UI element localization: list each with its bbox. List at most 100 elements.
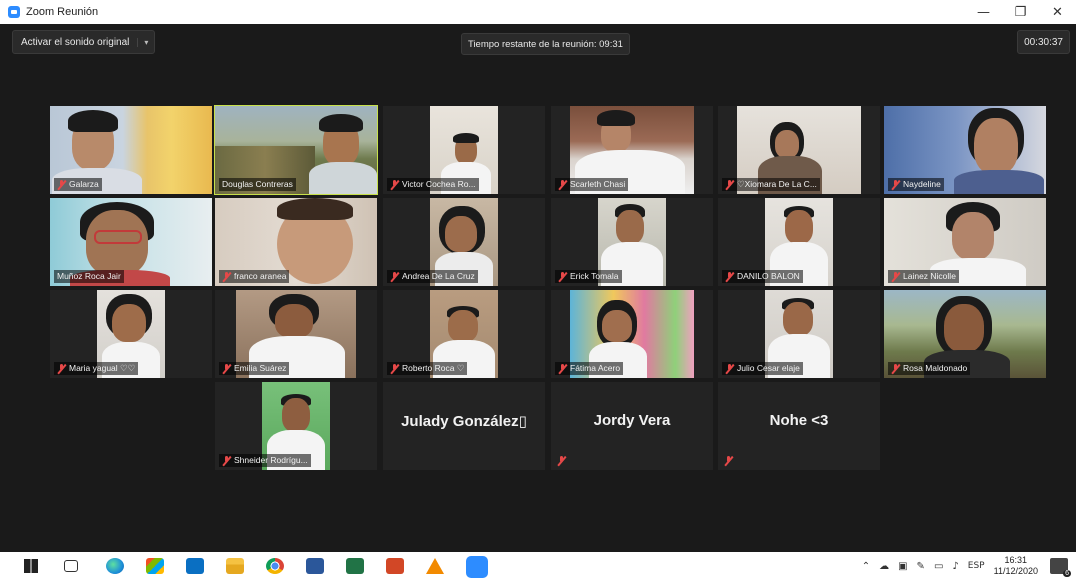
participant-name: Lainez Nicolle [903,271,956,281]
task-view-icon[interactable] [64,560,78,572]
pen-icon[interactable]: ✎ [917,561,925,572]
participant-name-tag: Scarleth Chasi [555,178,629,191]
participant-name-tag: Emilia Suárez [219,362,290,375]
mic-muted-icon [57,363,66,374]
maximize-button[interactable]: ❐ [1002,0,1039,24]
taskbar-apps [0,556,488,576]
original-sound-button[interactable]: Activar el sonido original ▾ [12,30,156,54]
participant-name-tag: Muñoz Roca Jair [54,270,124,283]
chrome-icon[interactable] [266,558,284,574]
participant-name: Scarleth Chasi [570,179,626,189]
participant-tile[interactable]: Andrea De La Cruz [383,198,545,286]
taskbar-clock[interactable]: 16:31 11/12/2020 [994,555,1038,577]
participant-name: DANILO BALON [737,271,800,281]
participant-tile[interactable]: Julio Cesar elaje [718,290,880,378]
window-title: Zoom Reunión [26,6,99,18]
participant-tile[interactable]: DANILO BALON [718,198,880,286]
participant-name: Galarza [69,179,99,189]
participant-tile[interactable]: franco aranea [215,198,377,286]
participant-name-tag: Galarza [54,178,102,191]
participant-name-tag: Victor Cochea Ro... [387,178,479,191]
participant-name: Julio Cesar elaje [737,363,800,373]
mic-muted-icon [724,456,733,466]
participant-tile[interactable]: Fátima Acero [551,290,713,378]
notifications-icon[interactable]: 6 [1050,558,1071,577]
participant-tile[interactable]: Roberto Roca ♡ [383,290,545,378]
powerpoint-icon[interactable] [386,558,404,574]
mic-muted-icon [222,271,231,282]
volume-icon[interactable]: ♪ [952,561,958,572]
mic-muted-icon [390,179,399,190]
participant-tile[interactable]: Naydeline [884,106,1046,194]
zoom-app-icon [8,6,20,18]
close-button[interactable]: ✕ [1039,0,1076,24]
participant-name-tag: Rosa Maldonado [888,362,971,375]
participant-name: franco aranea [234,271,287,281]
gallery-view: Galarza Douglas Contreras Victor Cochea … [0,60,1076,548]
participant-tile[interactable]: Erick Tomala [551,198,713,286]
battery-icon[interactable]: ▭ [934,561,943,572]
windows-start-icon[interactable] [24,559,38,573]
language-indicator[interactable]: ESP [968,561,985,571]
participant-tile[interactable]: Shneider Rodrígu... [215,382,377,470]
mic-muted-icon [222,455,231,466]
participant-tile[interactable]: Muñoz Roca Jair [50,198,212,286]
mic-muted-icon [558,363,567,374]
participant-name: Andrea De La Cruz [402,271,475,281]
participant-tile-video-off[interactable]: Jordy Vera [551,382,713,470]
participant-name-tag: franco aranea [219,270,290,283]
participant-tile[interactable]: Emilia Suárez [215,290,377,378]
participant-tile[interactable]: ♡Xiomara De La C... [718,106,880,194]
participant-tile[interactable]: Maria yagual ♡♡ [50,290,212,378]
participant-tile[interactable]: Lainez Nicolle [884,198,1046,286]
participant-name-tag: Shneider Rodrígu... [219,454,311,467]
app-tray-icon[interactable]: ▣ [898,561,907,572]
zoom-taskbar-icon[interactable] [466,556,488,576]
participant-name: Maria yagual ♡♡ [69,363,136,373]
participant-name: Rosa Maldonado [903,363,968,373]
participant-name: Shneider Rodrígu... [234,455,308,465]
participant-name: Emilia Suárez [234,363,287,373]
chevron-down-icon[interactable]: ▾ [137,37,148,47]
mic-muted-icon [725,179,734,190]
participant-name: Victor Cochea Ro... [402,179,476,189]
participant-tile-video-off[interactable]: Nohe <3 [718,382,880,470]
participant-name-tag: ♡Xiomara De La C... [722,178,820,191]
mic-muted-icon [558,179,567,190]
participant-name-tag: Douglas Contreras [219,178,296,191]
meeting-topbar: Activar el sonido original ▾ Tiempo rest… [0,24,1076,60]
participant-name: Naydeline [903,179,941,189]
mic-muted-icon [725,271,734,282]
system-tray: ⌃ ☁ ▣ ✎ ▭ ♪ ESP 16:31 11/12/2020 6 [862,552,1076,580]
participant-name-tag: Fátima Acero [555,362,624,375]
clock-time: 16:31 [1004,555,1028,565]
meeting-timer: 00:30:37 [1017,30,1070,54]
store-icon[interactable] [146,558,164,574]
edge-browser-icon[interactable] [106,558,124,574]
participant-tile-active-speaker[interactable]: Douglas Contreras [214,105,378,195]
participant-name: Douglas Contreras [222,179,293,189]
cloud-icon[interactable]: ☁ [879,561,889,572]
mic-muted-icon [222,363,231,374]
participant-tile[interactable]: Galarza [50,106,212,194]
mic-muted-icon [891,363,900,374]
participant-name-tag: Naydeline [888,178,944,191]
mic-muted-icon [891,271,900,282]
vlc-icon[interactable] [426,558,444,574]
file-explorer-icon[interactable] [226,558,244,574]
excel-icon[interactable] [346,558,364,574]
minimize-button[interactable]: — [965,0,1002,24]
participant-tile[interactable]: Scarleth Chasi [551,106,713,194]
participant-tile-video-off[interactable]: Julady González▯ [383,382,545,470]
chevron-up-icon[interactable]: ⌃ [862,561,870,572]
mic-muted-icon [891,179,900,190]
remaining-time: Tiempo restante de la reunión: 09:31 [461,33,630,55]
participant-name-tag: Julio Cesar elaje [722,362,803,375]
word-icon[interactable] [306,558,324,574]
participant-tile[interactable]: Rosa Maldonado [884,290,1046,378]
participant-name-tag: Erick Tomala [555,270,622,283]
participant-name: ♡Xiomara De La C... [737,179,817,189]
mail-icon[interactable] [186,558,204,574]
participant-name-tag: Maria yagual ♡♡ [54,362,139,375]
participant-tile[interactable]: Victor Cochea Ro... [383,106,545,194]
